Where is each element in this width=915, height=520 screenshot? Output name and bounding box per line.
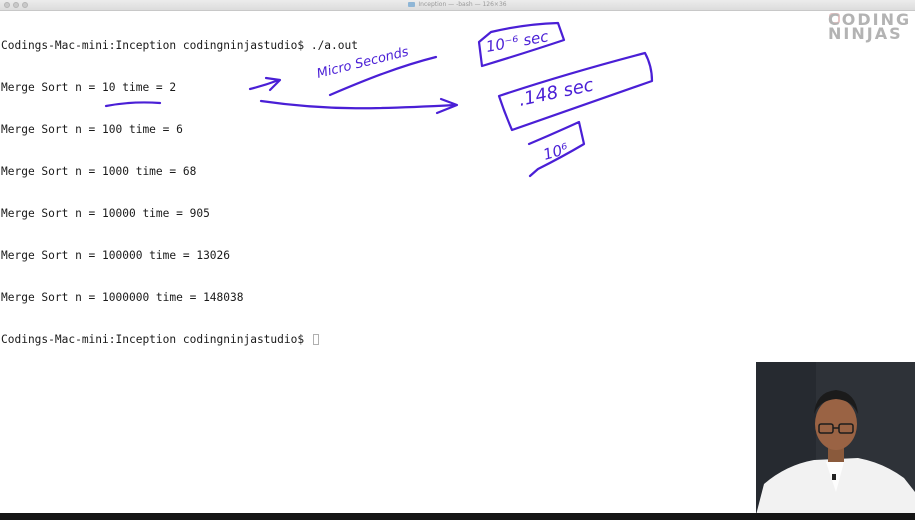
webcam-overlay <box>756 362 915 515</box>
handwritten-annotations: Micro Seconds 10⁻⁶ sec .148 sec 10⁶ <box>104 21 654 178</box>
underline-1000000 <box>104 101 162 108</box>
bottom-strip <box>0 513 915 520</box>
ten6-text: 10⁶ <box>541 140 570 164</box>
micro-seconds-text: Micro Seconds <box>315 45 410 82</box>
presenter-video <box>756 362 915 515</box>
arrow-time-to-box <box>259 99 457 110</box>
